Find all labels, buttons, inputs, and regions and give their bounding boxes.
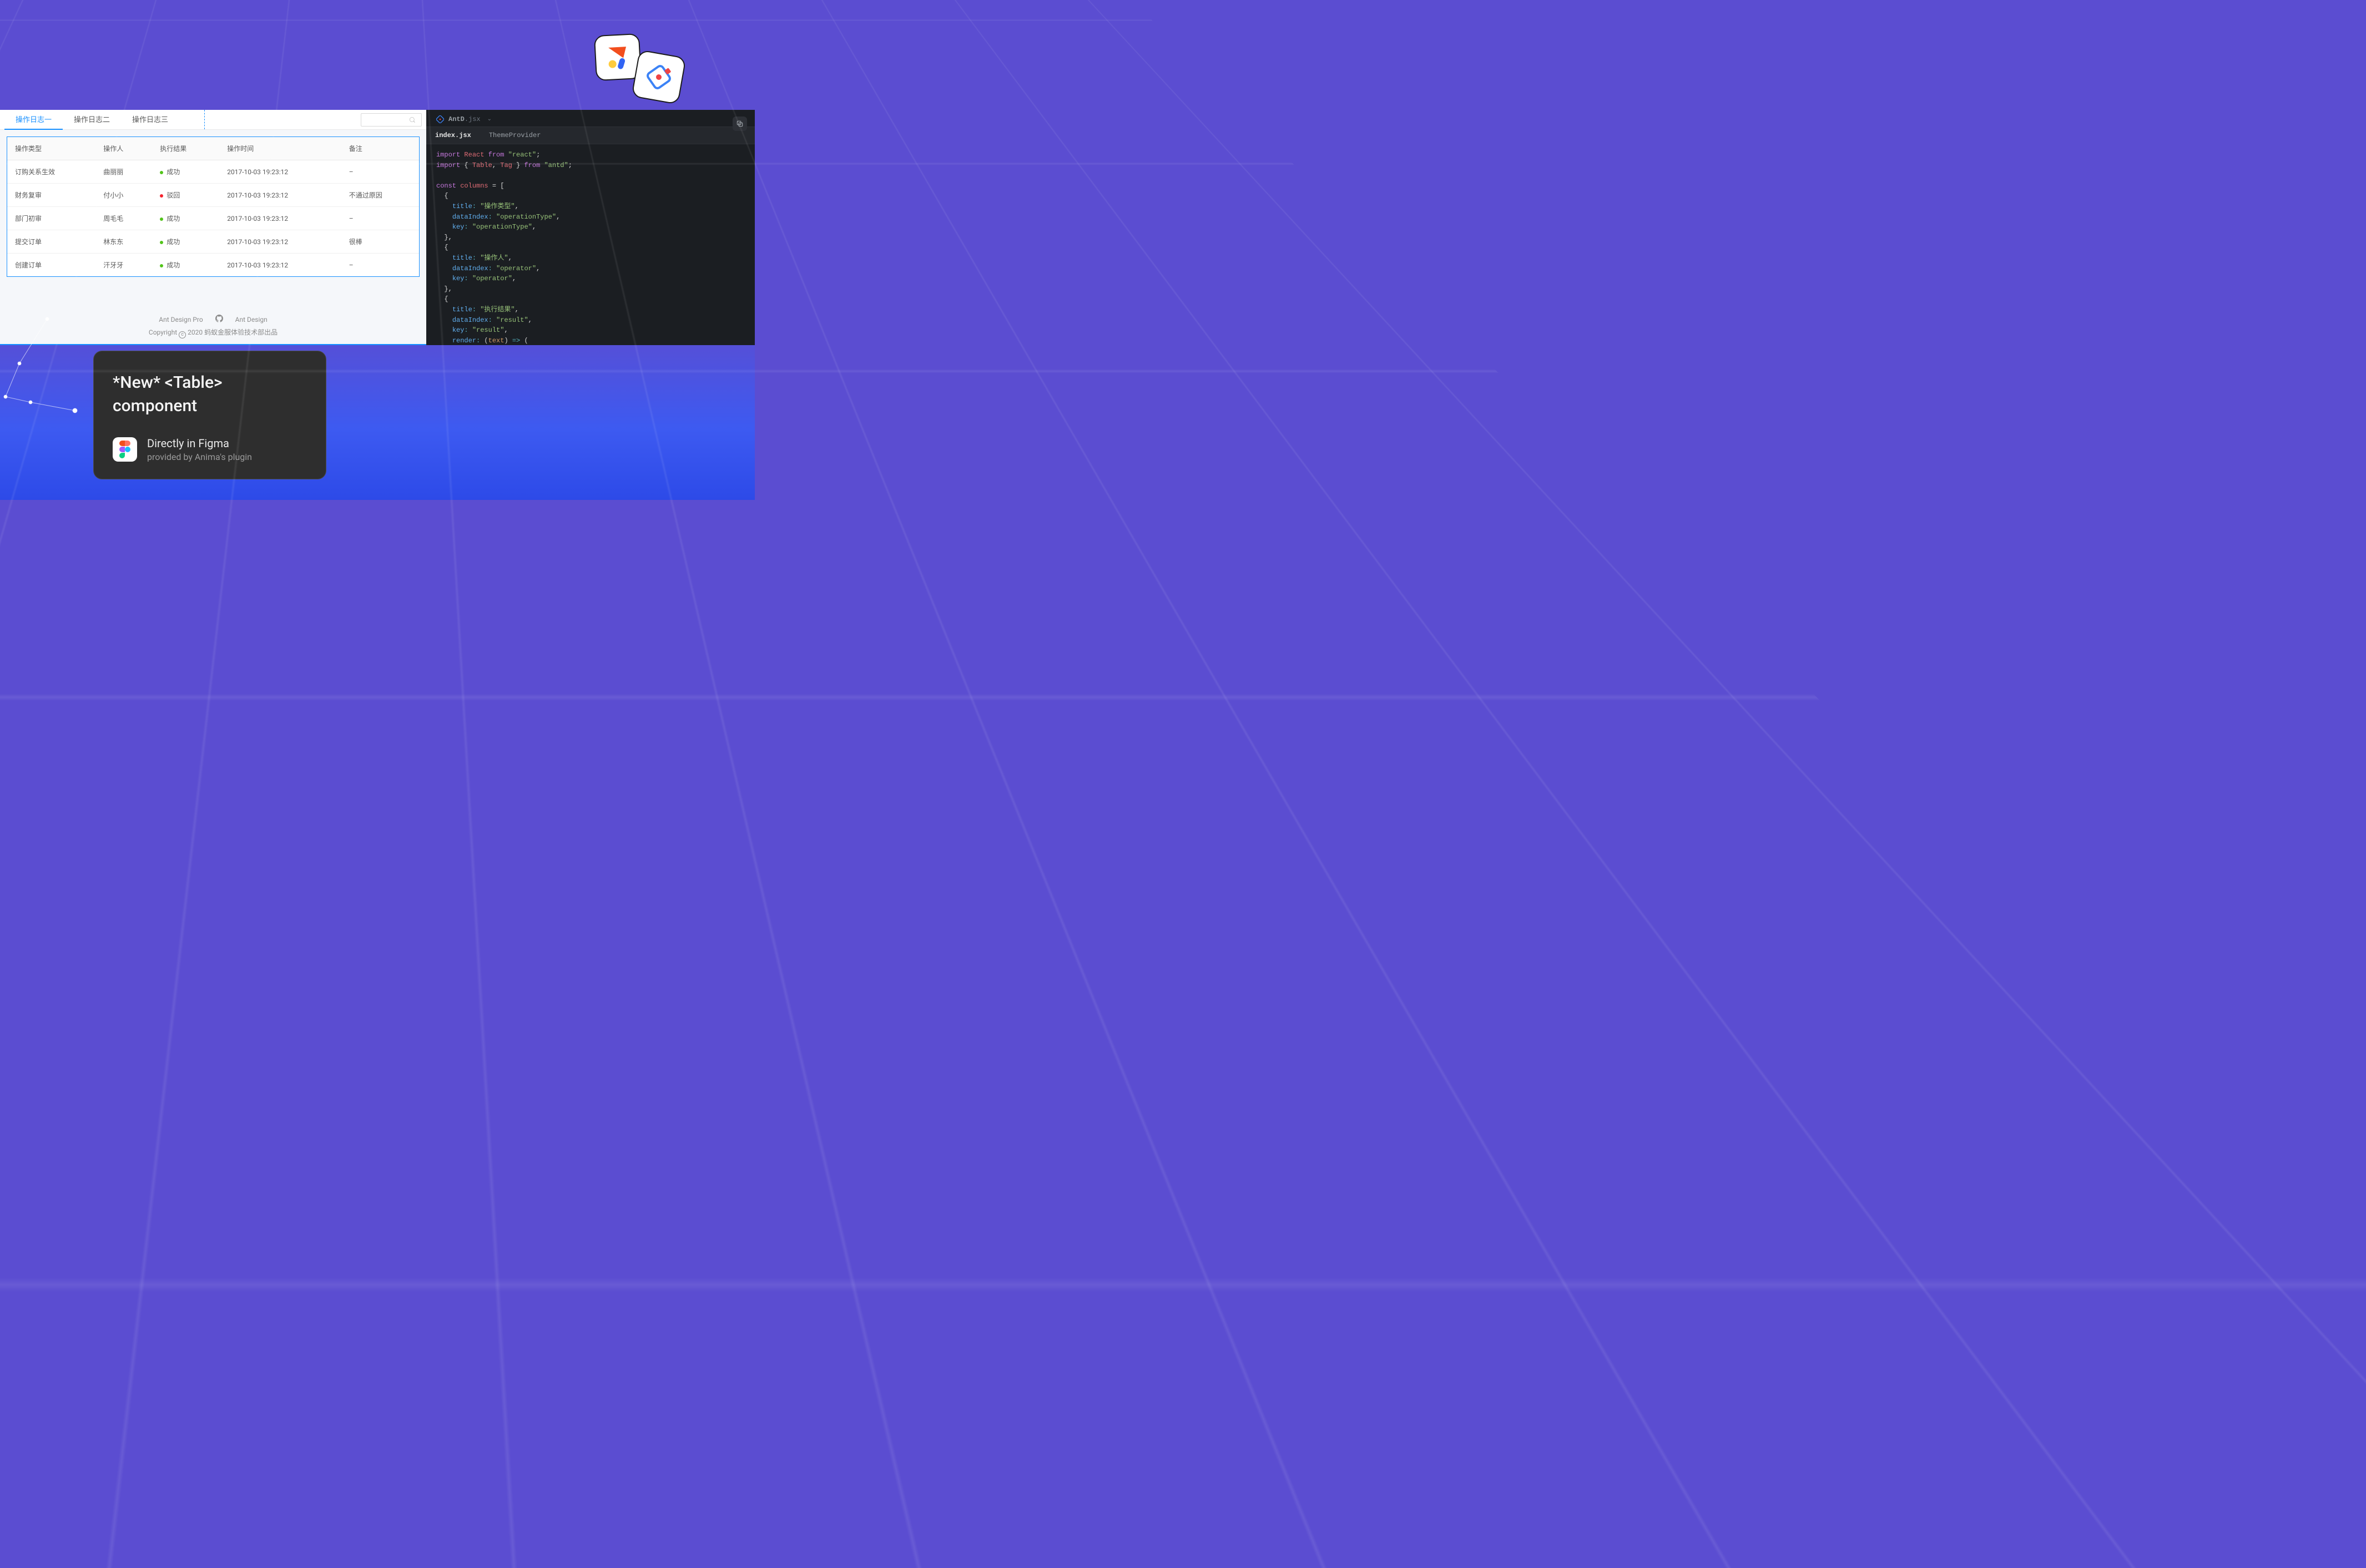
copy-icon	[736, 120, 744, 128]
cell-result: 成功	[152, 254, 219, 277]
copy-button[interactable]	[733, 117, 747, 131]
antd-card	[631, 49, 687, 105]
cell-time: 2017-10-03 19:23:12	[219, 184, 341, 207]
promo-sub-line2: provided by Anima's plugin	[147, 452, 252, 462]
cell-result: 成功	[152, 230, 219, 254]
tab-log-3[interactable]: 操作日志三	[121, 109, 179, 130]
editor-tab-themeprovider[interactable]: ThemeProvider	[480, 127, 550, 144]
anima-card	[594, 33, 642, 81]
cell-note: 不通过原因	[341, 184, 419, 207]
cell-type: 财务复审	[7, 184, 95, 207]
promo-row: Directly in Figma provided by Anima's pl…	[113, 437, 307, 462]
cell-note: 很棒	[341, 230, 419, 254]
log-tabs-bar: 操作日志一 操作日志二 操作日志三	[0, 110, 426, 130]
cell-operator: 汗牙牙	[95, 254, 152, 277]
copyright-text: 蚂蚁金服体验技术部出品	[204, 328, 278, 336]
promo-subtitle: Directly in Figma provided by Anima's pl…	[147, 437, 252, 462]
cell-result: 成功	[152, 160, 219, 184]
cell-note: –	[341, 254, 419, 277]
footer-link-antd-pro[interactable]: Ant Design Pro	[159, 316, 203, 323]
table-header-row: 操作类型 操作人 执行结果 操作时间 备注	[7, 137, 419, 160]
cell-time: 2017-10-03 19:23:12	[219, 207, 341, 230]
col-result: 执行结果	[152, 137, 219, 160]
table-row[interactable]: 创建订单汗牙牙成功2017-10-03 19:23:12–	[7, 254, 419, 277]
cell-result: 驳回	[152, 184, 219, 207]
table-row[interactable]: 提交订单林东东成功2017-10-03 19:23:12很棒	[7, 230, 419, 254]
tab-log-1[interactable]: 操作日志一	[4, 109, 63, 130]
table-row[interactable]: 财务复审付小小驳回2017-10-03 19:23:12不通过原因	[7, 184, 419, 207]
cell-note: –	[341, 207, 419, 230]
antd-logo-icon	[436, 115, 444, 123]
status-dot-icon	[160, 264, 163, 267]
cell-result: 成功	[152, 207, 219, 230]
tab-divider	[204, 110, 205, 129]
tab-log-2[interactable]: 操作日志二	[63, 109, 121, 130]
github-link[interactable]	[215, 315, 223, 324]
code-area[interactable]: import React from "react"; import { Tabl…	[426, 144, 755, 345]
status-dot-icon	[160, 218, 163, 221]
cell-time: 2017-10-03 19:23:12	[219, 160, 341, 184]
footer-links: Ant Design Pro Ant Design	[0, 309, 426, 327]
code-editor-panel: AntD.jsx ⌄ index.jsx ThemeProvider impor…	[426, 110, 755, 345]
github-icon	[215, 315, 223, 322]
cell-operator: 曲丽丽	[95, 160, 152, 184]
log-table: 操作类型 操作人 执行结果 操作时间 备注 订购关系生效曲丽丽成功2017-10…	[7, 136, 420, 277]
search-icon	[409, 117, 416, 123]
table-row[interactable]: 部门初审周毛毛成功2017-10-03 19:23:12–	[7, 207, 419, 230]
cell-operator: 付小小	[95, 184, 152, 207]
promo-sub-line1: Directly in Figma	[147, 437, 252, 450]
anima-icon	[604, 43, 632, 71]
col-note: 备注	[341, 137, 419, 160]
editor-tab-index[interactable]: index.jsx	[426, 127, 480, 144]
status-dot-icon	[160, 194, 163, 198]
cell-note: –	[341, 160, 419, 184]
footer-link-antd[interactable]: Ant Design	[235, 316, 268, 323]
copyright-prefix: Copyright	[149, 328, 177, 336]
status-dot-icon	[160, 241, 163, 244]
copyright: Copyright c 2020 蚂蚁金服体验技术部出品	[0, 327, 426, 344]
status-dot-icon	[160, 171, 163, 174]
antd-pro-panel: 操作日志一 操作日志二 操作日志三 操作类型 操作人 执行结果 操作时间 备注 …	[0, 110, 426, 345]
floating-icon-cards	[595, 34, 706, 118]
cell-type: 提交订单	[7, 230, 95, 254]
editor-titlebar: AntD.jsx ⌄	[426, 110, 755, 127]
editor-tabs: index.jsx ThemeProvider	[426, 127, 755, 144]
antd-icon	[642, 60, 675, 94]
col-operator: 操作人	[95, 137, 152, 160]
table-row[interactable]: 订购关系生效曲丽丽成功2017-10-03 19:23:12–	[7, 160, 419, 184]
promo-title: *New* <Table> component	[113, 371, 307, 418]
editor-filename: AntD.jsx	[448, 115, 481, 123]
cell-operator: 林东东	[95, 230, 152, 254]
cell-time: 2017-10-03 19:23:12	[219, 254, 341, 277]
figma-icon	[113, 437, 137, 462]
promo-card: *New* <Table> component Directly in Figm…	[93, 351, 326, 479]
cell-type: 创建订单	[7, 254, 95, 277]
copyright-year: 2020	[188, 328, 203, 336]
chevron-down-icon[interactable]: ⌄	[487, 116, 492, 123]
cell-time: 2017-10-03 19:23:12	[219, 230, 341, 254]
search-box[interactable]	[361, 113, 422, 127]
col-time: 操作时间	[219, 137, 341, 160]
search-input[interactable]	[365, 116, 409, 124]
cell-type: 部门初审	[7, 207, 95, 230]
col-type: 操作类型	[7, 137, 95, 160]
cell-operator: 周毛毛	[95, 207, 152, 230]
selection-underline	[0, 344, 426, 345]
cell-type: 订购关系生效	[7, 160, 95, 184]
copyright-icon: c	[179, 331, 186, 338]
